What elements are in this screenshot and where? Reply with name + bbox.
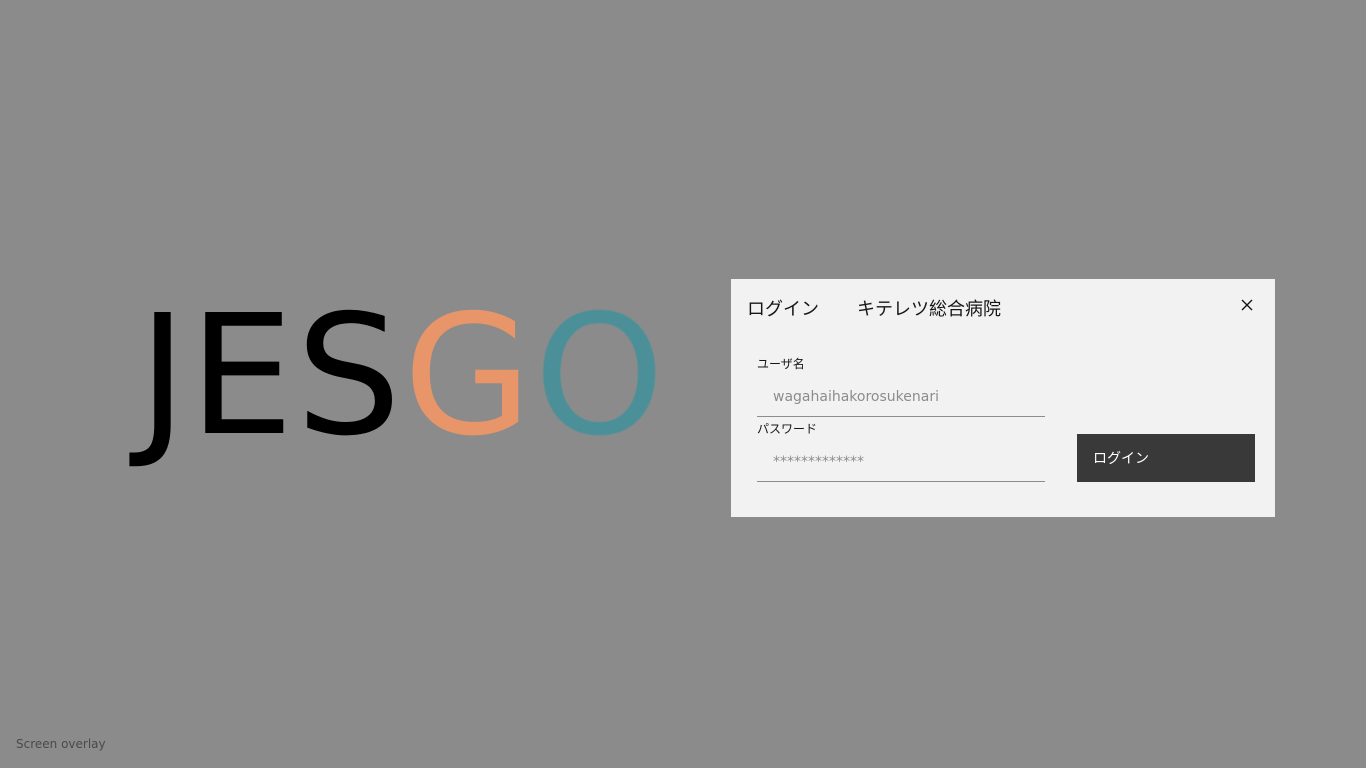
- logo-letter-g: G: [403, 280, 534, 473]
- login-dialog: ログイン キテレツ総合病院 ユーザ名 wagahaihakorosukenari…: [731, 279, 1275, 517]
- username-label: ユーザ名: [757, 357, 805, 371]
- password-label: パスワード: [757, 422, 818, 436]
- dialog-title: ログイン: [747, 299, 819, 320]
- logo-letters-jes: JES: [138, 280, 404, 473]
- dialog-header: ログイン キテレツ総合病院: [747, 295, 1001, 321]
- username-field[interactable]: wagahaihakorosukenari: [757, 377, 1045, 417]
- username-value: wagahaihakorosukenari: [773, 388, 939, 405]
- login-button-label: ログイン: [1093, 451, 1149, 467]
- login-button[interactable]: ログイン: [1077, 434, 1255, 482]
- password-value: *************: [773, 453, 864, 470]
- screen-overlay-label: Screen overlay: [16, 737, 106, 751]
- close-icon: [1241, 299, 1253, 311]
- password-field[interactable]: *************: [757, 442, 1045, 482]
- logo-letter-o: O: [533, 280, 667, 473]
- close-button[interactable]: [1235, 293, 1259, 317]
- screen-overlay: JES G O ログイン キテレツ総合病院 ユーザ名 wagahaihakoro…: [0, 0, 1366, 768]
- jesgo-logo: JES G O: [138, 293, 667, 460]
- hospital-name: キテレツ総合病院: [857, 299, 1001, 320]
